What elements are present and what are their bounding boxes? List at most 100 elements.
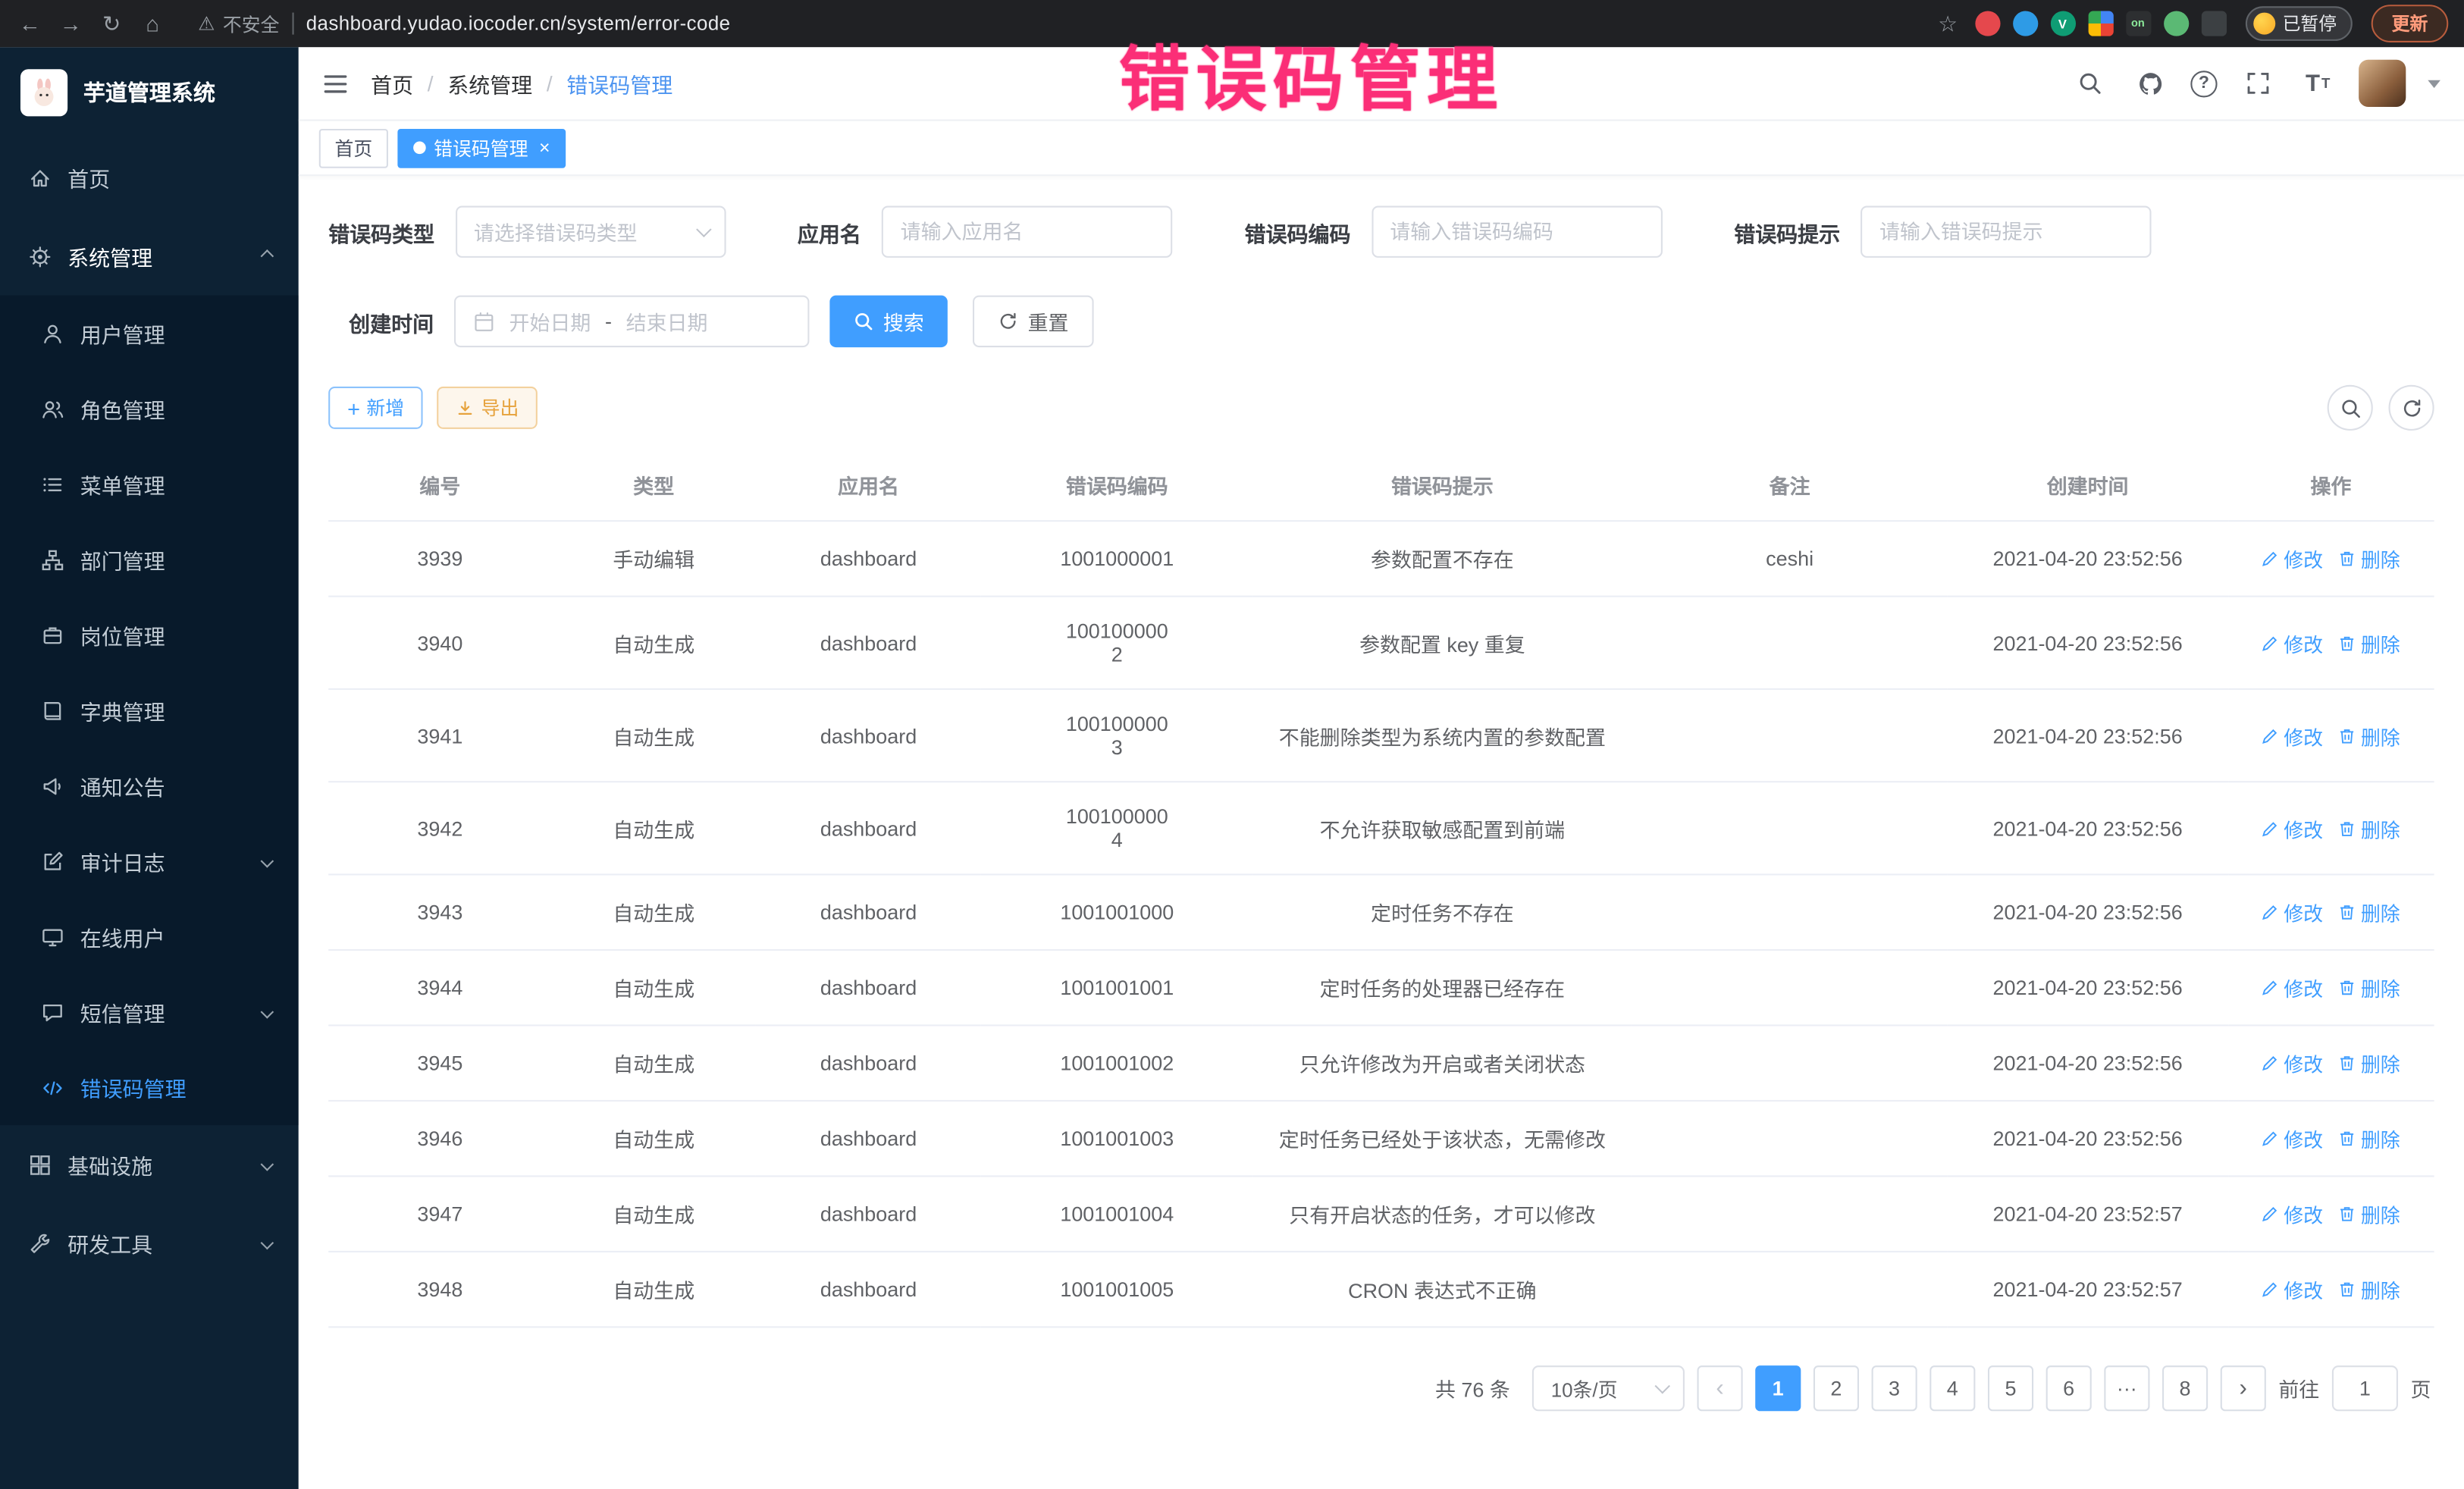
sidebar-item-dict-mgmt[interactable]: 字典管理 [0, 672, 299, 748]
page-button-6[interactable]: 6 [2046, 1365, 2092, 1411]
add-button[interactable]: + 新增 [328, 387, 423, 429]
extension-icon-leaf[interactable] [2163, 11, 2188, 36]
breadcrumb-home[interactable]: 首页 [371, 67, 413, 99]
edit-link[interactable]: 修改 [2262, 1199, 2323, 1228]
edit-link[interactable]: 修改 [2262, 544, 2323, 573]
edit-link[interactable]: 修改 [2262, 720, 2323, 750]
cell-id: 3947 [328, 1176, 551, 1251]
error-code-input[interactable] [1371, 206, 1661, 258]
delete-link[interactable]: 删除 [2339, 973, 2400, 1002]
next-page-icon[interactable]: › [2221, 1365, 2266, 1411]
sidebar-item-label: 用户管理 [80, 318, 165, 349]
delete-link[interactable]: 删除 [2339, 544, 2400, 573]
edit-link[interactable]: 修改 [2262, 898, 2323, 927]
cell-hint: CRON 表达式不正确 [1252, 1252, 1632, 1327]
sidebar-item-sms-mgmt[interactable]: 短信管理 [0, 974, 299, 1049]
update-button[interactable]: 更新 [2372, 5, 2449, 42]
extension-icon-on[interactable]: on [2125, 11, 2150, 36]
sidebar-item-audit-log[interactable]: 审计日志 [0, 823, 299, 898]
sidebar-menu: 首页 系统管理 用户管理 角色管理 [0, 138, 299, 1282]
edit-link[interactable]: 修改 [2262, 813, 2323, 843]
delete-link[interactable]: 删除 [2339, 720, 2400, 750]
delete-link[interactable]: 删除 [2339, 813, 2400, 843]
help-icon[interactable]: ? [2190, 70, 2217, 96]
page-button-1[interactable]: 1 [1755, 1365, 1801, 1411]
page-button-5[interactable]: 5 [1988, 1365, 2033, 1411]
cell-code: 100100000 2 [981, 597, 1252, 689]
close-tab-icon[interactable]: × [539, 136, 550, 158]
sidebar-item-system-mgmt[interactable]: 系统管理 [0, 217, 299, 296]
sidebar-item-user-mgmt[interactable]: 用户管理 [0, 296, 299, 371]
font-size-icon[interactable]: TT [2299, 64, 2337, 102]
forward-icon[interactable]: → [57, 9, 85, 37]
sidebar-item-error-code[interactable]: 错误码管理 [0, 1050, 299, 1125]
delete-link[interactable]: 删除 [2339, 1274, 2400, 1304]
edit-link[interactable]: 修改 [2262, 973, 2323, 1002]
sidebar-item-post-mgmt[interactable]: 岗位管理 [0, 597, 299, 672]
cell-app: dashboard [756, 1252, 981, 1327]
error-hint-input[interactable] [1861, 206, 2151, 258]
edit-link[interactable]: 修改 [2262, 1274, 2323, 1304]
cell-type: 自动生成 [552, 1025, 756, 1100]
extension-icon-green-v[interactable]: V [2050, 11, 2075, 36]
export-button[interactable]: 导出 [437, 387, 538, 429]
cell-code: 100100000 3 [981, 689, 1252, 782]
hamburger-icon[interactable] [322, 70, 349, 96]
toggle-search-icon[interactable] [2328, 385, 2373, 431]
url-bar[interactable]: dashboard.yudao.iocoder.cn/system/error-… [306, 13, 731, 35]
reload-icon[interactable]: ↻ [98, 9, 126, 37]
cell-hint: 不能删除类型为系统内置的参数配置 [1252, 689, 1632, 782]
tab-error-code[interactable]: 错误码管理 × [397, 128, 566, 168]
profile-paused-badge[interactable]: 已暂停 [2245, 6, 2353, 41]
extension-icon-red[interactable] [1974, 11, 1999, 36]
security-indicator[interactable]: ⚠ 不安全 [198, 10, 279, 36]
extension-icon-grid[interactable] [2088, 11, 2113, 36]
github-icon[interactable] [2131, 64, 2169, 102]
back-icon[interactable]: ← [16, 9, 44, 37]
refresh-table-icon[interactable] [2389, 385, 2434, 431]
page-button-3[interactable]: 3 [1872, 1365, 1917, 1411]
goto-page-input[interactable] [2332, 1365, 2398, 1411]
sidebar-item-dev-tools[interactable]: 研发工具 [0, 1204, 299, 1283]
user-avatar[interactable] [2359, 60, 2406, 107]
delete-link[interactable]: 删除 [2339, 628, 2400, 657]
sidebar-item-dept-mgmt[interactable]: 部门管理 [0, 522, 299, 597]
tab-home[interactable]: 首页 [319, 128, 388, 168]
sidebar-item-online-users[interactable]: 在线用户 [0, 899, 299, 974]
edit-link[interactable]: 修改 [2262, 628, 2323, 657]
delete-link[interactable]: 删除 [2339, 1124, 2400, 1153]
avatar-dropdown-caret-icon[interactable] [2428, 80, 2440, 87]
sidebar-item-notice[interactable]: 通知公告 [0, 748, 299, 823]
search-button[interactable]: 搜索 [829, 296, 947, 347]
sidebar-item-label: 研发工具 [67, 1227, 152, 1259]
header-search-icon[interactable] [2071, 64, 2109, 102]
delete-link[interactable]: 删除 [2339, 898, 2400, 927]
date-range-picker[interactable]: 开始日期 - 结束日期 [454, 296, 809, 347]
app-name-input[interactable] [882, 206, 1172, 258]
edit-link[interactable]: 修改 [2262, 1048, 2323, 1077]
sidebar-item-menu-mgmt[interactable]: 菜单管理 [0, 447, 299, 522]
page-button-8[interactable]: 8 [2162, 1365, 2208, 1411]
delete-link[interactable]: 删除 [2339, 1048, 2400, 1077]
cell-hint: 定时任务的处理器已经存在 [1252, 950, 1632, 1025]
page-button-4[interactable]: 4 [1930, 1365, 1975, 1411]
browser-home-icon[interactable]: ⌂ [138, 9, 166, 37]
cell-time: 2021-04-20 23:52:56 [1948, 689, 2227, 782]
sidebar-item-home[interactable]: 首页 [0, 138, 299, 217]
more-pages-icon[interactable]: ··· [2104, 1365, 2149, 1411]
error-type-select[interactable]: 请选择错误码类型 [455, 206, 726, 258]
page-size-select[interactable]: 10条/页 [1532, 1365, 1685, 1411]
prev-page-icon[interactable]: ‹ [1697, 1365, 1742, 1411]
extensions-puzzle-icon[interactable] [2201, 11, 2226, 36]
sidebar-item-infrastructure[interactable]: 基础设施 [0, 1125, 299, 1204]
breadcrumb-system[interactable]: 系统管理 [447, 67, 532, 99]
error-code-table: 编号 类型 应用名 错误码编码 错误码提示 备注 创建时间 操作 3939 [328, 450, 2434, 1328]
bookmark-star-icon[interactable]: ☆ [1933, 9, 1961, 37]
sidebar-item-role-mgmt[interactable]: 角色管理 [0, 371, 299, 446]
delete-link[interactable]: 删除 [2339, 1199, 2400, 1228]
fullscreen-icon[interactable] [2240, 64, 2277, 102]
page-button-2[interactable]: 2 [1814, 1365, 1859, 1411]
edit-link[interactable]: 修改 [2262, 1124, 2323, 1153]
extension-icon-blue[interactable] [2012, 11, 2037, 36]
reset-button[interactable]: 重置 [973, 296, 1094, 347]
